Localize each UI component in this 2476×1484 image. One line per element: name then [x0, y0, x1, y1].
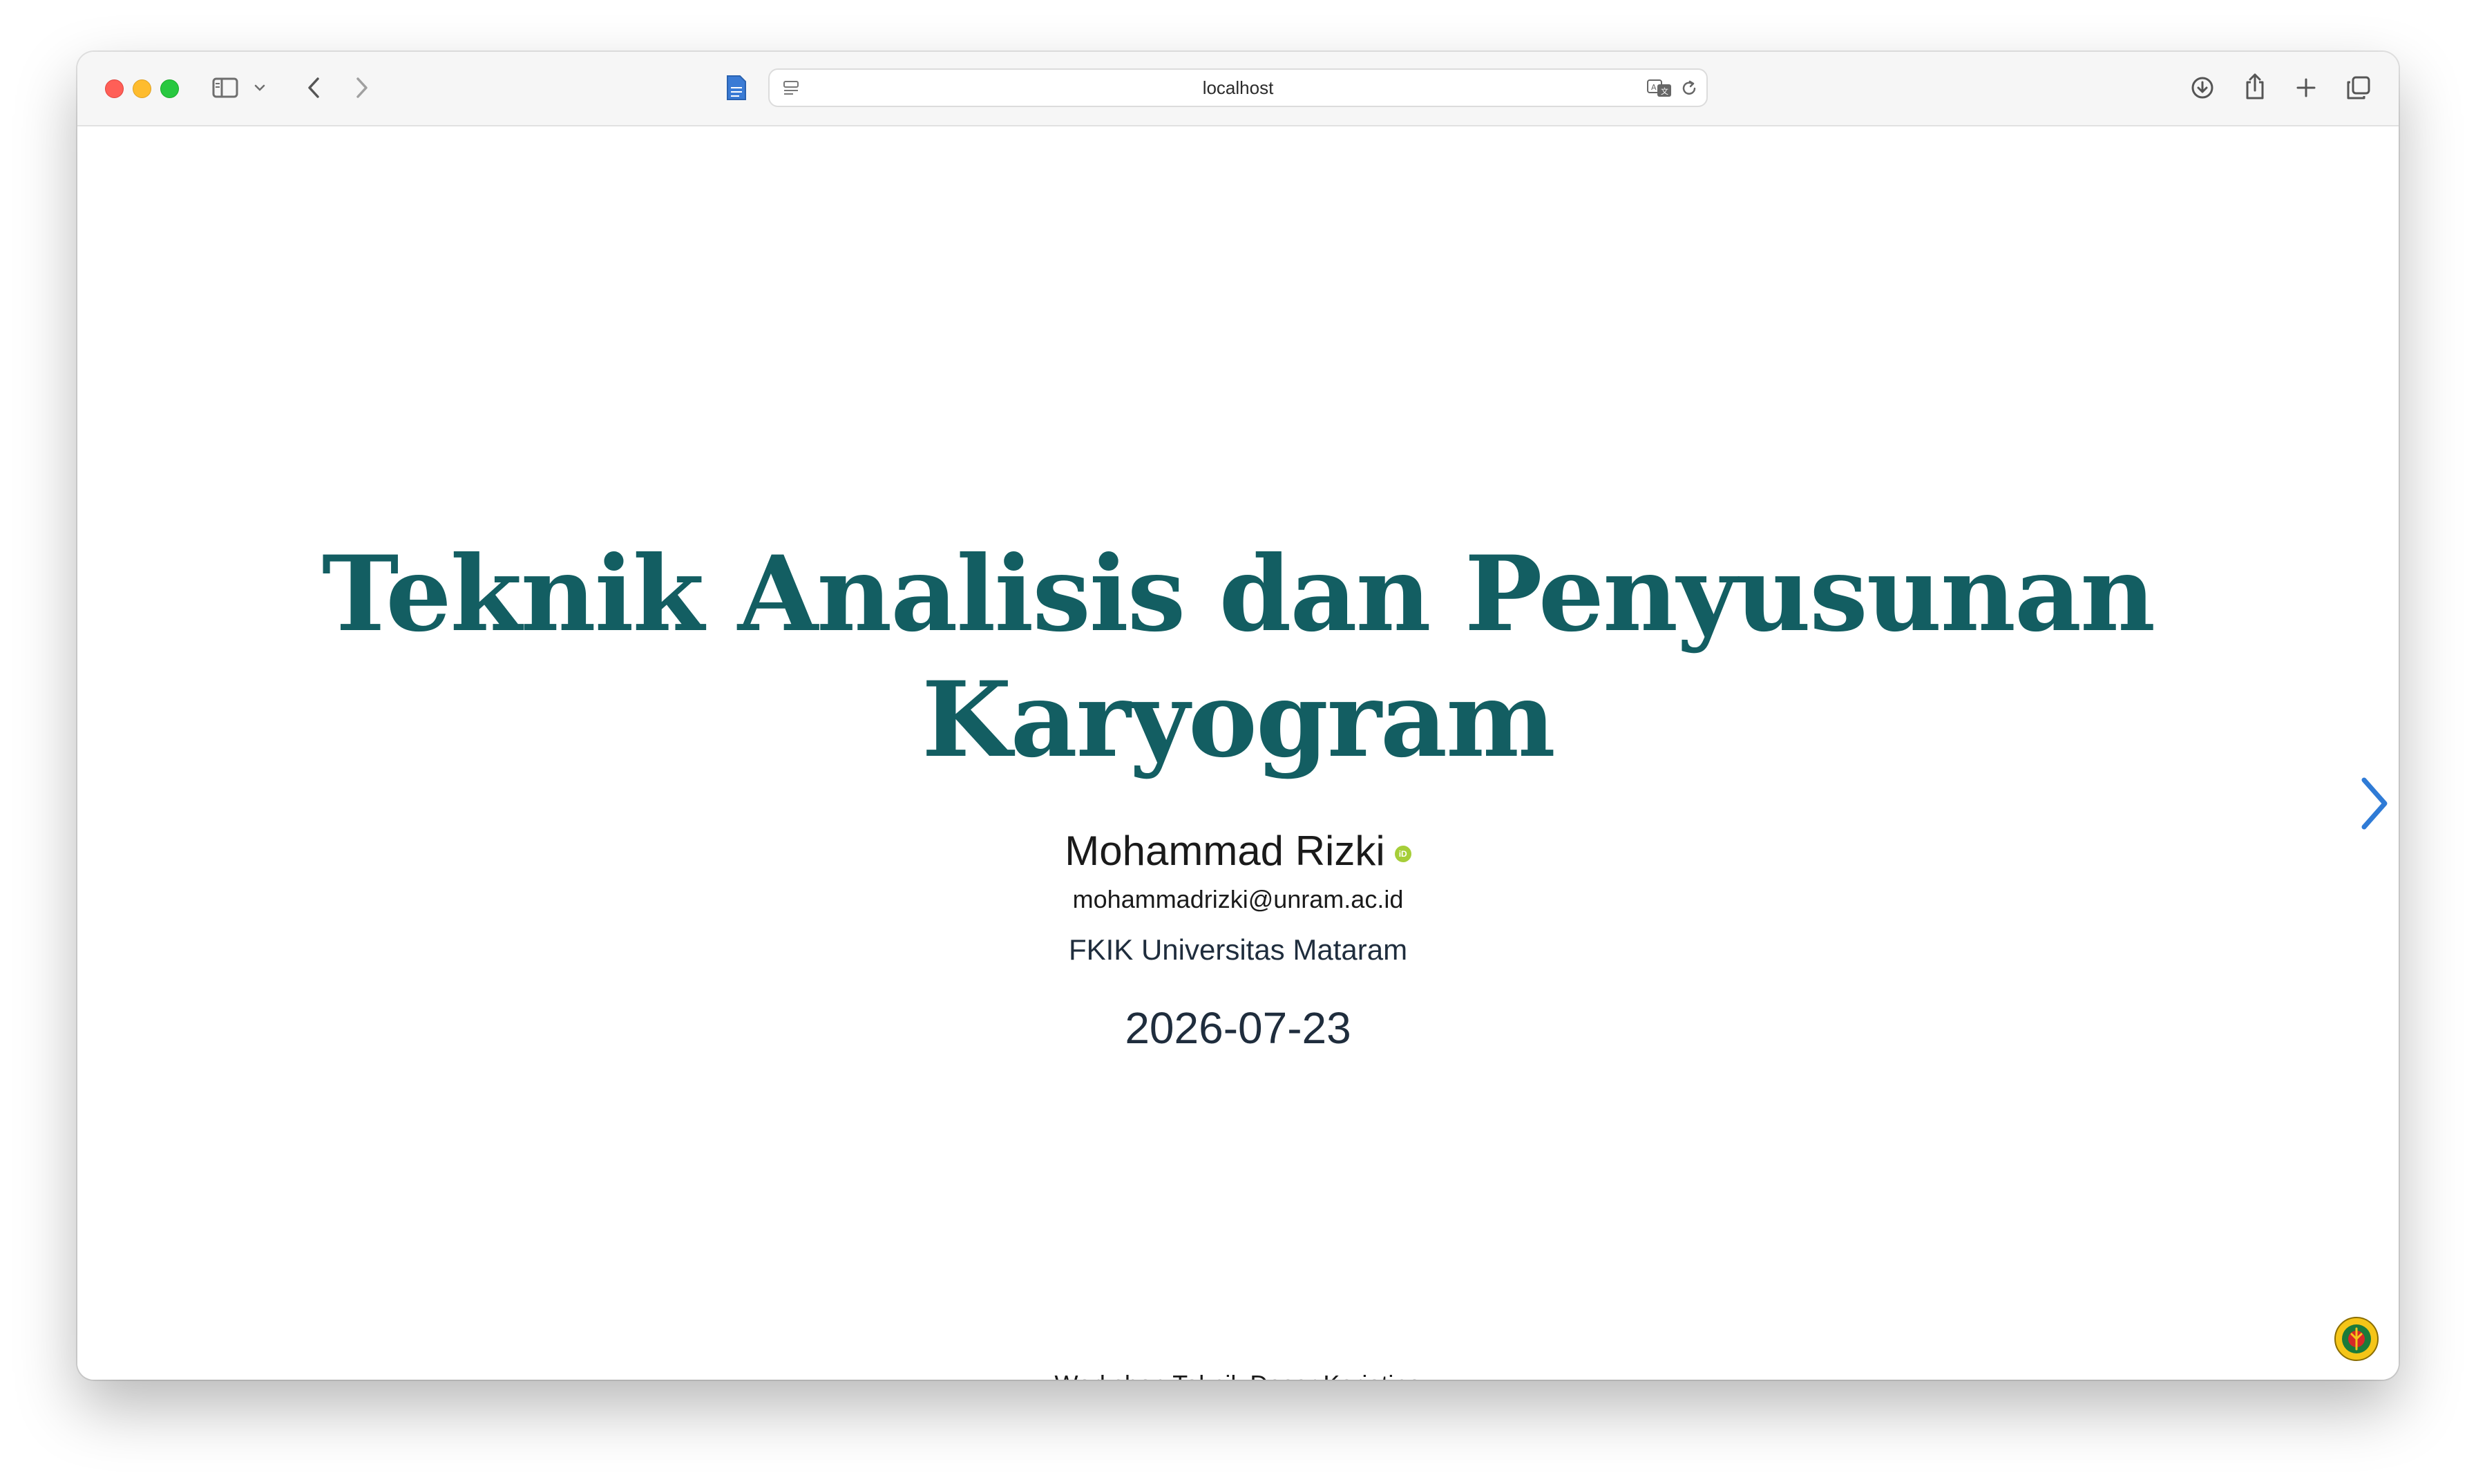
download-icon[interactable]: [2187, 73, 2218, 103]
maximize-window-button[interactable]: [160, 79, 179, 98]
author-row: Mohammad Rizki iD: [77, 827, 2399, 875]
browser-toolbar: localhost A文: [77, 52, 2399, 126]
minimize-window-button[interactable]: [133, 79, 151, 98]
translate-icon[interactable]: A文: [1646, 77, 1673, 100]
orcid-label: iD: [1398, 848, 1407, 859]
svg-text:A: A: [1651, 83, 1657, 92]
slide-title-line1: Teknik Analisis dan Penyusunan: [321, 533, 2155, 655]
chevron-down-icon[interactable]: [251, 79, 268, 96]
author-email[interactable]: mohammadrizki@unram.ac.id: [77, 885, 2399, 914]
tabs-overview-icon[interactable]: [2343, 73, 2374, 103]
address-bar[interactable]: localhost A文: [768, 68, 1708, 107]
presentation-date: 2026-07-23: [1125, 1003, 1351, 1053]
author-name: Mohammad Rizki: [1065, 828, 1385, 874]
url-text[interactable]: localhost: [770, 70, 1706, 106]
chevron-right-icon[interactable]: [347, 73, 377, 103]
slide-footer: Workshop Teknik Dasar Kariotipe: [77, 1370, 2399, 1380]
svg-text:文: 文: [1661, 86, 1668, 96]
slide-title: Teknik Analisis dan Penyusunan Karyogram: [216, 531, 2260, 783]
browser-window: localhost A文 Teknik Analisis dan Penyusu…: [77, 52, 2399, 1380]
slide-title-line2: Karyogram: [922, 659, 1556, 781]
next-slide-arrow-icon[interactable]: [2357, 776, 2399, 845]
document-icon: [721, 73, 752, 103]
reload-icon[interactable]: [1677, 77, 1701, 100]
close-window-button[interactable]: [105, 79, 124, 98]
slide: Teknik Analisis dan Penyusunan Karyogram…: [77, 126, 2399, 1380]
chevron-left-icon[interactable]: [298, 73, 329, 103]
orcid-icon[interactable]: iD: [1394, 845, 1411, 862]
share-icon[interactable]: [2240, 70, 2270, 103]
sidebar-icon[interactable]: [210, 73, 240, 103]
author-affiliation: FKIK Universitas Mataram: [1068, 933, 1408, 966]
university-logo-icon: [2334, 1316, 2379, 1362]
plus-icon[interactable]: [2291, 73, 2321, 103]
